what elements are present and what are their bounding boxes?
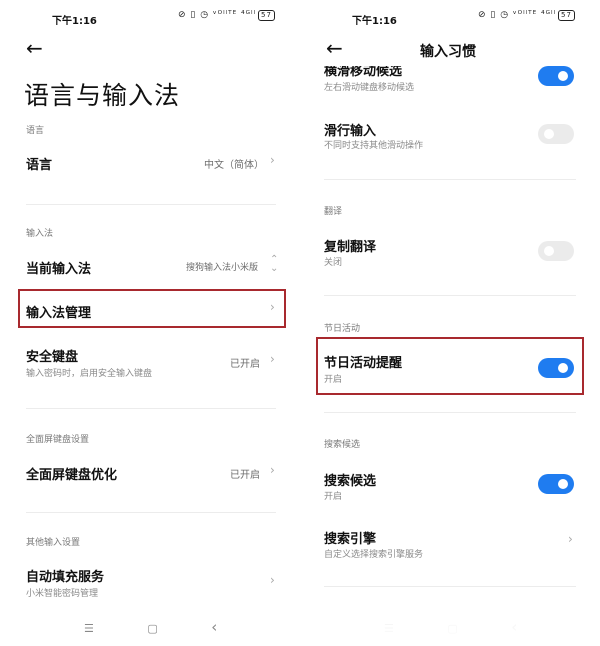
autofill-service-row[interactable]: 自动填充服务 小米智能密码管理 › (6, 560, 294, 604)
status-time: 下午1:16 (52, 16, 97, 27)
header-title: 输入习惯 (420, 44, 476, 60)
row-value: 中文（简体） (204, 160, 264, 171)
row-value: 已开启 (230, 470, 260, 481)
glide-input-toggle[interactable] (538, 124, 574, 144)
row-title: 安全键盘 (26, 350, 79, 365)
language-input-settings-screen: 下午1:16 ⊘ ▯ ◷ ᵛᴼˡˡᵀᴱ ⁴ᴳˡˡ 57 ← 语言与输入法 语言 语… (6, 0, 294, 646)
chevron-right-icon: › (270, 352, 275, 366)
divider (324, 412, 576, 413)
home-icon[interactable]: ▢ (147, 622, 157, 635)
menu-icon[interactable]: ☰ (84, 622, 94, 635)
row-value: 已开启 (230, 359, 260, 370)
section-label-holiday: 节日活动 (324, 324, 361, 334)
chevron-right-icon: › (270, 153, 275, 167)
bottom-fade (306, 614, 594, 646)
battery-icon: 57 (558, 10, 575, 21)
row-subtitle: 关闭 (324, 258, 343, 268)
search-candidates-toggle[interactable] (538, 474, 574, 494)
page-title: 语言与输入法 (24, 81, 181, 110)
navigation-bar: ☰ ▢ ‹ (84, 618, 217, 636)
input-habits-screen: 下午1:16 ⊘ ▯ ◷ ᵛᴼˡˡᵀᴱ ⁴ᴳˡˡ 57 ← 输入习惯 横滑移动候选… (306, 0, 594, 646)
toggle-knob (558, 71, 568, 81)
toggle-knob (558, 479, 568, 489)
chevron-right-icon: › (270, 463, 275, 477)
divider (26, 512, 276, 513)
secure-keyboard-row[interactable]: 安全键盘 输入密码时，启用安全输入键盘 已开启 › (6, 338, 294, 384)
row-title: 滑行输入 (324, 124, 377, 139)
divider (26, 408, 276, 409)
battery-icon: 57 (258, 10, 275, 21)
back-icon[interactable]: ‹ (211, 618, 217, 636)
section-label-other: 其他输入设置 (26, 538, 81, 548)
status-icons: ⊘ ▯ ◷ ᵛᴼˡˡᵀᴱ ⁴ᴳˡˡ 57 (478, 10, 575, 21)
row-value: 搜狗输入法小米版 (186, 263, 259, 273)
row-subtitle: 小米智能密码管理 (26, 589, 99, 599)
section-label-translate: 翻译 (324, 207, 343, 217)
search-candidates-row[interactable]: 搜索候选 开启 (306, 464, 594, 504)
back-arrow-icon[interactable]: ← (26, 38, 43, 58)
row-subtitle: 左右滑动键盘移动候选 (324, 83, 415, 93)
fullscreen-keyboard-row[interactable]: 全面屏键盘优化 已开启 › (6, 452, 294, 492)
row-subtitle: 自定义选择搜索引擎服务 (324, 550, 424, 560)
toggle-knob (544, 246, 554, 256)
row-title: 全面屏键盘优化 (26, 468, 118, 483)
row-subtitle: 开启 (324, 492, 343, 502)
divider (324, 586, 576, 587)
section-label-input: 输入法 (26, 229, 54, 239)
row-title: 横滑移动候选 (324, 66, 403, 79)
divider (324, 179, 576, 180)
row-title: 自动填充服务 (26, 570, 105, 585)
toggle-knob (544, 129, 554, 139)
highlight-box (18, 289, 286, 328)
divider (324, 295, 576, 296)
copy-translate-row[interactable]: 复制翻译 关闭 (306, 230, 594, 270)
divider (26, 204, 276, 205)
highlight-box (316, 337, 584, 395)
language-row[interactable]: 语言 中文（简体） › (6, 140, 294, 186)
chevron-up-down-icon: ⌃ ⌄ (270, 254, 279, 274)
section-label-fullscreen: 全面屏键盘设置 (26, 435, 90, 445)
row-title: 搜索候选 (324, 474, 377, 489)
row-title: 语言 (26, 158, 53, 173)
row-title: 当前输入法 (26, 262, 92, 277)
search-engine-row[interactable]: 搜索引擎 自定义选择搜索引擎服务 › (306, 522, 594, 562)
status-indicator-icons: ⊘ ▯ ◷ ᵛᴼˡˡᵀᴱ ⁴ᴳˡˡ (478, 10, 557, 20)
current-input-method-row[interactable]: 当前输入法 搜狗输入法小米版 ⌃ ⌄ (6, 246, 294, 286)
copy-translate-toggle[interactable] (538, 241, 574, 261)
status-icons: ⊘ ▯ ◷ ᵛᴼˡˡᵀᴱ ⁴ᴳˡˡ 57 (178, 10, 275, 21)
swipe-move-candidates-row[interactable]: 横滑移动候选 左右滑动键盘移动候选 (306, 66, 594, 94)
row-subtitle: 输入密码时，启用安全输入键盘 (26, 369, 153, 379)
section-label-language: 语言 (26, 126, 45, 136)
status-indicator-icons: ⊘ ▯ ◷ ᵛᴼˡˡᵀᴱ ⁴ᴳˡˡ (178, 10, 257, 20)
back-arrow-icon[interactable]: ← (326, 38, 343, 58)
chevron-right-icon: › (270, 573, 275, 587)
row-title: 复制翻译 (324, 240, 377, 255)
section-label-search: 搜索候选 (324, 440, 361, 450)
row-title: 搜索引擎 (324, 532, 377, 547)
swipe-move-toggle[interactable] (538, 66, 574, 86)
status-time: 下午1:16 (352, 16, 397, 27)
chevron-right-icon: › (568, 532, 573, 546)
glide-input-row[interactable]: 滑行输入 不同时支持其他滑动操作 (306, 114, 594, 154)
row-subtitle: 不同时支持其他滑动操作 (324, 141, 424, 151)
